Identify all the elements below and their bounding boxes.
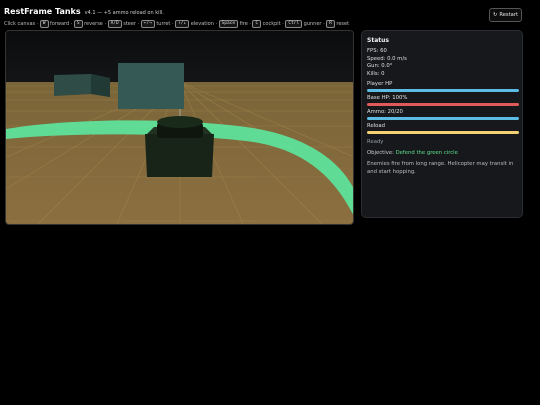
- player-hp-bar: [367, 89, 519, 93]
- help-control-cockpit: Ccockpit ·: [251, 20, 284, 28]
- game-canvas[interactable]: [5, 30, 354, 225]
- key-ctrl: Ctrl: [285, 20, 303, 28]
- help-control-gunner: Ctrl gunner ·: [284, 20, 325, 28]
- restart-icon: ↻: [492, 12, 498, 18]
- version-note: v4.1 — +5 ammo reload on kill.: [84, 10, 164, 16]
- control-label: steer ·: [123, 21, 140, 27]
- player-hp-label: Player HP: [367, 81, 393, 88]
- distant-building-left: [54, 74, 110, 97]
- key-left-right: ←/→: [140, 20, 155, 28]
- key-a-d: A/D: [107, 20, 122, 28]
- ammo-label: Ammo: 20/20: [367, 109, 403, 116]
- kills-readout: Kills: 0: [367, 70, 385, 77]
- speed-readout: Speed: 0.0 m/s: [367, 55, 407, 62]
- key-r: R: [326, 20, 335, 28]
- title-row: RestFrame Tanks v4.1 — +5 ammo reload on…: [4, 7, 424, 16]
- app-title: RestFrame Tanks: [4, 7, 81, 16]
- control-label: fire ·: [239, 21, 251, 27]
- help-control-fire: Space fire ·: [217, 20, 251, 28]
- control-label: reverse ·: [84, 21, 107, 27]
- base-hp-bar: [367, 103, 519, 107]
- control-label: gunner ·: [303, 21, 325, 27]
- restart-label: Restart: [499, 12, 518, 18]
- status-panel: Status FPS: 60 Speed: 0.0 m/s Gun: 0.0° …: [361, 30, 523, 218]
- controls-help: Click canvas · Wforward · Sreverse · A/D…: [4, 20, 424, 28]
- key-up-down: ↑/↓: [175, 20, 190, 28]
- help-control-steer: A/D steer ·: [106, 20, 139, 28]
- reload-label: Reload: [367, 123, 386, 130]
- help-control-elevation: ↑/↓ elevation ·: [174, 20, 217, 28]
- ready-status: Ready: [367, 139, 384, 146]
- ammo-bar: [367, 117, 519, 121]
- help-control-reset: Rreset: [325, 20, 349, 28]
- key-s: S: [73, 20, 83, 28]
- objective-prefix: Objective:: [367, 150, 394, 157]
- restart-button[interactable]: ↻ Restart: [489, 8, 522, 22]
- objective-value: Defend the green circle: [395, 150, 458, 157]
- distant-building-right: [118, 63, 184, 109]
- gun-readout: Gun: 0.0°: [367, 63, 393, 70]
- header: RestFrame Tanks v4.1 — +5 ammo reload on…: [4, 7, 424, 28]
- control-label: turret ·: [156, 21, 174, 27]
- key-c: C: [252, 20, 262, 28]
- fps-readout: FPS: 60: [367, 48, 387, 54]
- reload-bar: [367, 131, 519, 135]
- control-label: forward ·: [50, 21, 73, 27]
- key-w: W: [39, 20, 49, 28]
- control-label: cockpit ·: [262, 21, 284, 27]
- game-scene: [6, 31, 353, 224]
- help-control-reverse: Sreverse ·: [72, 20, 106, 28]
- help-control-forward: Wforward ·: [38, 20, 72, 28]
- hint-text: Enemies fire from long range. Helicopter…: [367, 161, 514, 175]
- objective: Objective: Defend the green circle: [367, 150, 517, 156]
- key-space: Space: [218, 20, 239, 28]
- help-prefix: Click canvas ·: [4, 21, 39, 27]
- control-label: elevation ·: [190, 21, 218, 27]
- status-title: Status: [367, 37, 389, 44]
- base-hp-label: Base HP: 100%: [367, 95, 408, 102]
- help-control-turret: ←/→ turret ·: [139, 20, 174, 28]
- control-label: reset: [336, 21, 350, 27]
